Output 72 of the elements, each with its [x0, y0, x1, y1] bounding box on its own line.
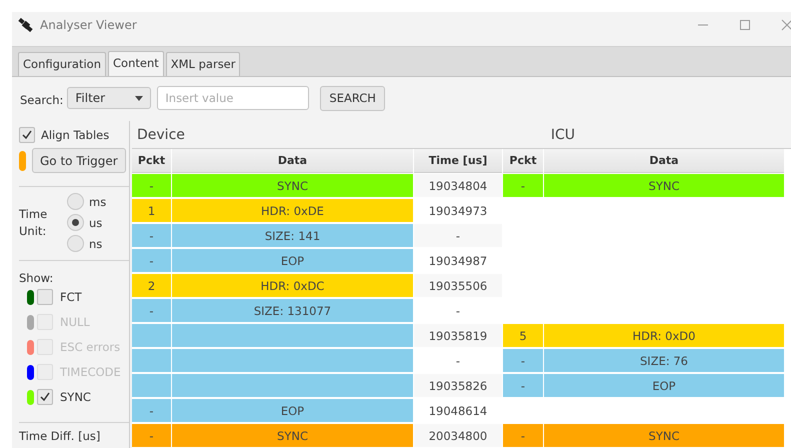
- caret-icon: [135, 96, 144, 100]
- table-cell: 19035826: [414, 374, 502, 397]
- table-cell: -: [132, 399, 171, 422]
- checkbox-label: FCT: [60, 290, 82, 304]
- close-icon[interactable]: [781, 19, 791, 31]
- search-label: Search:: [20, 93, 64, 107]
- table-cell: -: [132, 174, 171, 197]
- maximize-icon[interactable]: [739, 19, 751, 31]
- show-label: Show:: [19, 271, 54, 285]
- search-button[interactable]: SEARCH: [320, 86, 385, 110]
- checkmark-icon: [21, 129, 33, 141]
- filter-dropdown[interactable]: Filter: [67, 87, 152, 109]
- table-cell: -: [132, 224, 171, 247]
- radio-button[interactable]: [67, 193, 84, 210]
- table-cell: 1: [132, 199, 171, 222]
- satellite-icon: [18, 17, 34, 33]
- checkbox-label: NULL: [60, 315, 90, 329]
- tab[interactable]: XML parser: [166, 52, 240, 76]
- table-cell: -: [503, 174, 543, 197]
- column-header[interactable]: Pckt: [132, 149, 171, 173]
- table-cell: -: [132, 299, 171, 322]
- checkbox-label: ESC errors: [60, 340, 120, 354]
- table-cell: 19034804: [414, 174, 502, 197]
- radio-button[interactable]: [67, 235, 84, 252]
- table-cell: SIZE: 141: [172, 224, 413, 247]
- checkmark-icon: [39, 391, 51, 403]
- table-cell: EOP: [544, 374, 784, 397]
- column-header[interactable]: Data: [544, 149, 784, 173]
- table-cell: SIZE: 76: [544, 349, 784, 372]
- search-field[interactable]: Insert value: [157, 86, 310, 110]
- table-cell: -: [503, 349, 543, 372]
- radio-label: ms: [89, 194, 106, 208]
- radio-label: ns: [89, 236, 102, 250]
- table-cell: -: [132, 249, 171, 272]
- table-cell: 5: [503, 324, 543, 347]
- table-cell: 20034800: [414, 424, 502, 447]
- table-cell: SYNC: [544, 174, 784, 197]
- radio-label: us: [89, 216, 102, 230]
- checkbox[interactable]: [19, 127, 35, 143]
- checkbox[interactable]: [37, 389, 53, 405]
- table-cell: HDR: 0xDE: [172, 199, 413, 222]
- table-cell: SIZE: 131077: [172, 299, 413, 322]
- table-cell: EOP: [172, 249, 413, 272]
- table-cell: 19035819: [414, 324, 502, 347]
- table-cell: SYNC: [544, 424, 784, 447]
- window-title: Analyser Viewer: [40, 18, 137, 32]
- table-cell: -: [132, 424, 171, 447]
- time-unit-label: Time Unit:: [19, 206, 48, 240]
- time-diff-label: Time Diff. [us]: [19, 429, 102, 443]
- table-cell: -: [503, 374, 543, 397]
- table-cell: 2: [132, 274, 171, 297]
- checkbox[interactable]: [37, 289, 53, 305]
- table-title: ICU: [550, 126, 576, 142]
- go-to-trigger-button[interactable]: Go to Trigger: [32, 148, 126, 173]
- checkbox-label: TIMECODE: [60, 365, 121, 379]
- table-cell: -: [414, 224, 502, 247]
- table-cell: EOP: [172, 399, 413, 422]
- column-header[interactable]: Pckt: [503, 149, 543, 173]
- column-header[interactable]: Time [us]: [414, 149, 502, 173]
- table-cell: 19035506: [414, 274, 502, 297]
- tab[interactable]: Content: [108, 51, 164, 76]
- radio-button[interactable]: [67, 214, 84, 231]
- checkbox-label: SYNC: [60, 390, 91, 404]
- table-cell: HDR: 0xD0: [544, 324, 784, 347]
- table-title: Device: [137, 126, 185, 142]
- table-cell: SYNC: [172, 174, 413, 197]
- tab[interactable]: Configuration: [18, 52, 106, 76]
- column-header[interactable]: Data: [172, 149, 413, 173]
- table-cell: SYNC: [172, 424, 413, 447]
- table-cell: HDR: 0xDC: [172, 274, 413, 297]
- checkbox-label: Align Tables: [41, 128, 110, 142]
- table-cell: -: [503, 424, 543, 447]
